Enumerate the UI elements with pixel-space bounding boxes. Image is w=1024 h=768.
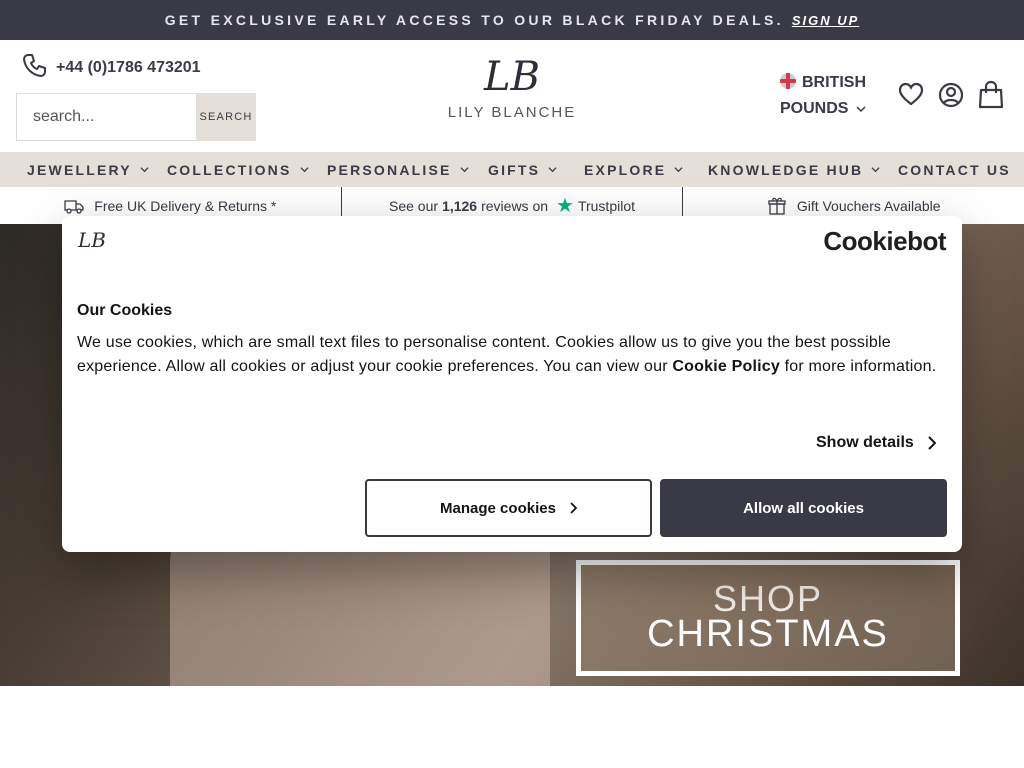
- allow-all-cookies-label: Allow all cookies: [743, 499, 864, 517]
- search-input[interactable]: [16, 93, 196, 141]
- hero-cta-line1: SHOP: [712, 578, 824, 619]
- nav-item-knowledge-hub[interactable]: KNOWLEDGE HUB: [708, 162, 880, 178]
- search-button[interactable]: SEARCH: [196, 93, 256, 141]
- phone-icon: [22, 52, 48, 83]
- nav-item-label: CONTACT US: [898, 161, 1011, 178]
- nav-item-label: JEWELLERY: [27, 161, 132, 178]
- nav-item-gifts[interactable]: GIFTS: [488, 162, 557, 178]
- delivery-text: Free UK Delivery & Returns *: [94, 197, 277, 214]
- allow-all-cookies-button[interactable]: Allow all cookies: [660, 479, 947, 537]
- cookie-policy-link[interactable]: Cookie Policy: [672, 358, 780, 375]
- chevron-right-icon: [928, 436, 936, 450]
- currency-line2: POUNDS: [780, 100, 849, 117]
- chevron-down-icon: [460, 167, 469, 173]
- gift-icon: [768, 197, 786, 215]
- nav-item-label: KNOWLEDGE HUB: [708, 161, 864, 178]
- promo-text: GET EXCLUSIVE EARLY ACCESS TO OUR BLACK …: [164, 12, 784, 28]
- show-details-label: Show details: [816, 434, 914, 451]
- nav-item-label: EXPLORE: [584, 161, 667, 178]
- promo-bar: GET EXCLUSIVE EARLY ACCESS TO OUR BLACK …: [0, 0, 1024, 40]
- shop-christmas-button[interactable]: SHOP CHRISTMAS: [576, 560, 960, 676]
- nav-item-explore[interactable]: EXPLORE: [584, 162, 683, 178]
- nav-item-collections[interactable]: COLLECTIONS: [167, 162, 309, 178]
- phone-contact[interactable]: +44 (0)1786 473201: [22, 52, 201, 83]
- manage-cookies-label: Manage cookies: [440, 499, 556, 517]
- currency-line1: BRITISH: [802, 74, 866, 91]
- reviews-prefix: See our: [389, 197, 439, 214]
- cookie-body: We use cookies, which are small text fil…: [77, 331, 947, 379]
- delivery-truck-icon: [64, 199, 84, 214]
- show-details-link[interactable]: Show details: [816, 434, 936, 452]
- logo-monogram: LB: [484, 54, 540, 100]
- cookie-consent-dialog: LB Cookiebot Our Cookies We use cookies,…: [62, 216, 962, 552]
- chevron-down-icon: [299, 167, 309, 173]
- uk-flag-icon: [780, 73, 796, 89]
- header-icons: [898, 80, 1004, 110]
- main-nav: JEWELLERY COLLECTIONS PERSONALISE GIFTS …: [0, 152, 1024, 187]
- chevron-right-icon: [570, 502, 577, 514]
- cookie-dialog-logo: LB: [78, 228, 106, 252]
- vouchers-text: Gift Vouchers Available: [796, 197, 941, 214]
- nav-item-label: COLLECTIONS: [167, 161, 292, 178]
- chevron-down-icon: [548, 167, 557, 173]
- chevron-down-icon: [871, 167, 880, 173]
- reviews-count: 1,126: [442, 197, 478, 214]
- nav-item-jewellery[interactable]: JEWELLERY: [27, 162, 149, 178]
- site-header: +44 (0)1786 473201 SEARCH LB LILY BLANCH…: [0, 40, 1024, 152]
- cookie-title: Our Cookies: [77, 302, 173, 319]
- chevron-down-icon: [140, 167, 149, 173]
- chevron-down-icon: [674, 167, 683, 173]
- currency-selector[interactable]: BRITISH POUNDS: [780, 70, 880, 122]
- nav-item-contact-us[interactable]: CONTACT US: [898, 162, 1011, 178]
- nav-item-personalise[interactable]: PERSONALISE: [327, 162, 469, 178]
- site-logo[interactable]: LB LILY BLANCHE: [440, 54, 584, 121]
- manage-cookies-button[interactable]: Manage cookies: [365, 479, 652, 537]
- cookie-body-suffix: for more information.: [779, 358, 937, 375]
- logo-name: LILY BLANCHE: [447, 104, 577, 121]
- signup-link[interactable]: SIGN UP: [792, 13, 859, 28]
- chevron-down-icon: [856, 106, 866, 113]
- bag-icon[interactable]: [978, 80, 1004, 110]
- cookiebot-logo: Cookiebot: [823, 226, 946, 256]
- account-icon[interactable]: [938, 80, 964, 110]
- phone-number: +44 (0)1786 473201: [56, 58, 201, 76]
- trustpilot-star-icon: ★: [556, 195, 574, 217]
- nav-item-label: GIFTS: [488, 161, 541, 178]
- hero-cta-line2: CHRISTMAS: [647, 613, 889, 655]
- reviews-suffix: reviews on: [481, 197, 549, 214]
- trustpilot-brand: Trustpilot: [577, 197, 636, 214]
- nav-item-label: PERSONALISE: [327, 161, 452, 178]
- heart-icon[interactable]: [898, 80, 924, 110]
